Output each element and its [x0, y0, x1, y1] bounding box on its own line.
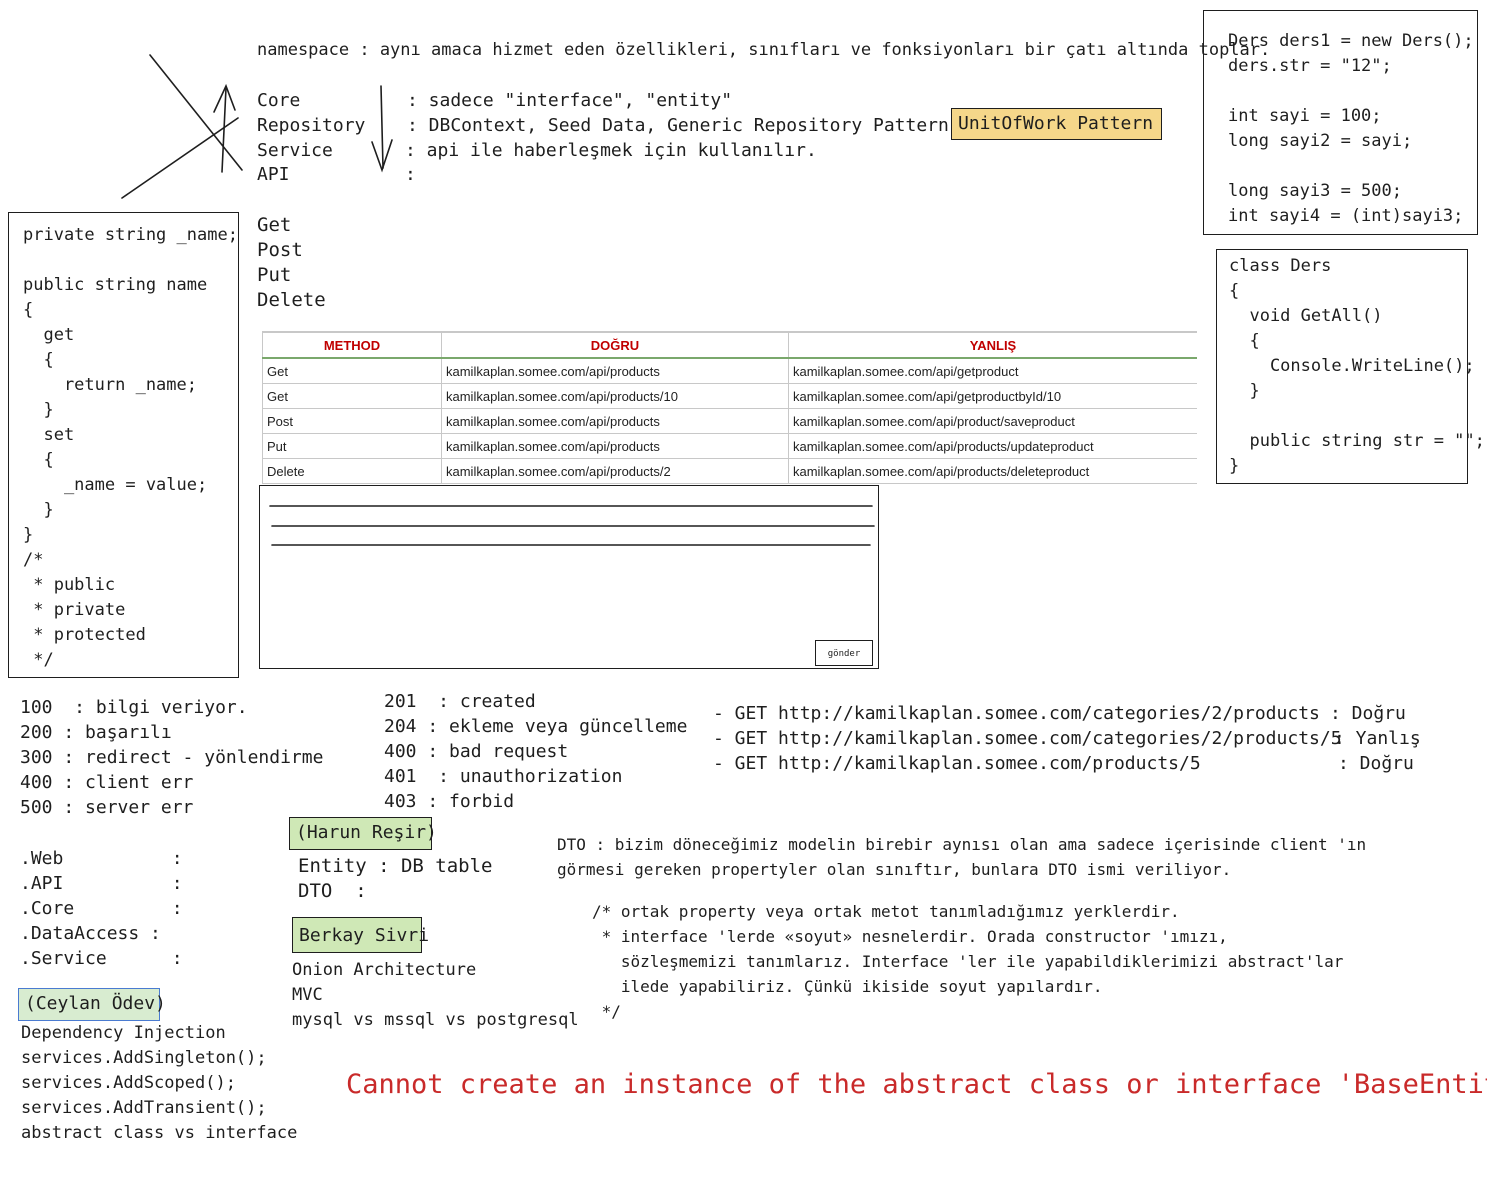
get-example-url: - GET http://kamilkaplan.somee.com/categ… [713, 728, 1342, 749]
layer-desc-api: : [405, 164, 416, 185]
status-codes-general: 100 : bilgi veriyor. 200 : başarılı 300 … [20, 697, 324, 818]
cell-method: Delete [262, 458, 442, 484]
cell-method: Put [262, 433, 442, 459]
form-mockup [259, 485, 879, 669]
unit-of-work-highlight: UnitOfWork Pattern [951, 108, 1162, 140]
cell-correct-url: kamilkaplan.somee.com/api/products [441, 433, 789, 459]
berkay-items: Onion Architecture MVC mysql vs mssql vs… [292, 960, 579, 1030]
namespace-definition: namespace : aynı amaca hizmet eden özell… [257, 40, 1271, 60]
cell-method: Get [262, 357, 442, 384]
layer-name-repository: Repository [257, 115, 366, 136]
harun-label: (Harun Reşir) [289, 817, 437, 850]
layer-desc-repository: : DBContext, Seed Data, Generic Reposito… [407, 115, 960, 136]
verb-post: Post [257, 239, 303, 261]
table-row: Post kamilkaplan.somee.com/api/products … [262, 408, 1197, 434]
cell-correct-url: kamilkaplan.somee.com/api/products [441, 408, 789, 434]
table-row: Get kamilkaplan.somee.com/api/products/1… [262, 383, 1197, 409]
api-url-table: METHOD DOĞRU YANLIŞ Get kamilkaplan.some… [262, 331, 1197, 484]
get-example-verdict: : Yanlış [1334, 728, 1421, 749]
cell-wrong-url: kamilkaplan.somee.com/api/getproductbyId… [788, 383, 1197, 409]
class-code: class Ders { void GetAll() { Console.Wri… [1229, 256, 1485, 476]
property-code: private string _name; public string name… [23, 225, 238, 670]
layer-name-core: Core [257, 90, 301, 111]
cell-method: Post [262, 408, 442, 434]
table-row: Delete kamilkaplan.somee.com/api/product… [262, 458, 1197, 484]
ceylan-items: Dependency Injection services.AddSinglet… [21, 1023, 298, 1143]
verb-delete: Delete [257, 289, 326, 311]
up-arrow-head [213, 83, 236, 113]
berkay-label: Berkay Sivri [292, 917, 429, 953]
property-code-box: private string _name; public string name… [8, 212, 239, 678]
table-header-row: METHOD DOĞRU YANLIŞ [262, 331, 1197, 359]
layer-desc-service: : api ile haberleşmek için kullanılır. [405, 140, 817, 161]
class-code-box: class Ders { void GetAll() { Console.Wri… [1216, 249, 1485, 484]
project-layers: .Web : .API : .Core : .DataAccess : .Ser… [20, 848, 183, 969]
get-example-verdict: : Doğru [1338, 753, 1414, 774]
verb-get: Get [257, 214, 292, 236]
ders-code: Ders ders1 = new Ders(); ders.str = "12"… [1228, 31, 1474, 226]
cross-line-b [121, 117, 239, 199]
cell-wrong-url: kamilkaplan.somee.com/api/products/updat… [788, 433, 1197, 459]
layer-name-service: Service [257, 140, 333, 161]
header-method: METHOD [262, 331, 442, 359]
ders-code-box: Ders ders1 = new Ders(); ders.str = "12"… [1203, 10, 1478, 235]
entity-dto: Entity : DB table DTO : [298, 855, 493, 902]
dto-description: DTO : bizim döneceğimiz modelin birebir … [557, 835, 1367, 879]
up-arrow-shaft [221, 87, 227, 173]
interface-comment: /* ortak property veya ortak metot tanım… [592, 902, 1344, 1021]
error-message: Cannot create an instance of the abstrac… [346, 1069, 1487, 1100]
status-codes-detail: 201 : created 204 : ekleme veya güncelle… [384, 691, 688, 812]
get-example-verdict: : Doğru [1330, 703, 1406, 724]
header-dogru: DOĞRU [441, 331, 789, 359]
cell-correct-url: kamilkaplan.somee.com/api/products/2 [441, 458, 789, 484]
get-example-url: - GET http://kamilkaplan.somee.com/categ… [713, 703, 1320, 724]
cell-method: Get [262, 383, 442, 409]
cell-wrong-url: kamilkaplan.somee.com/api/getproduct [788, 357, 1197, 384]
ceylan-label: (Ceylan Ödev) [18, 988, 166, 1021]
down-arrow-shaft [380, 85, 384, 169]
cross-line-a [149, 54, 243, 171]
header-yanlis: YANLIŞ [788, 331, 1197, 359]
cell-correct-url: kamilkaplan.somee.com/api/products [441, 357, 789, 384]
layer-name-api: API [257, 164, 290, 185]
table-row: Get kamilkaplan.somee.com/api/products k… [262, 357, 1197, 384]
verb-put: Put [257, 264, 292, 286]
cell-wrong-url: kamilkaplan.somee.com/api/products/delet… [788, 458, 1197, 484]
layer-desc-core: : sadece "interface", "entity" [407, 90, 733, 111]
get-example-url: - GET http://kamilkaplan.somee.com/produ… [713, 753, 1201, 774]
cell-correct-url: kamilkaplan.somee.com/api/products/10 [441, 383, 789, 409]
table-row: Put kamilkaplan.somee.com/api/products k… [262, 433, 1197, 459]
cell-wrong-url: kamilkaplan.somee.com/api/product/savepr… [788, 408, 1197, 434]
down-arrow-head [371, 139, 393, 173]
send-button[interactable]: gönder [815, 640, 873, 666]
